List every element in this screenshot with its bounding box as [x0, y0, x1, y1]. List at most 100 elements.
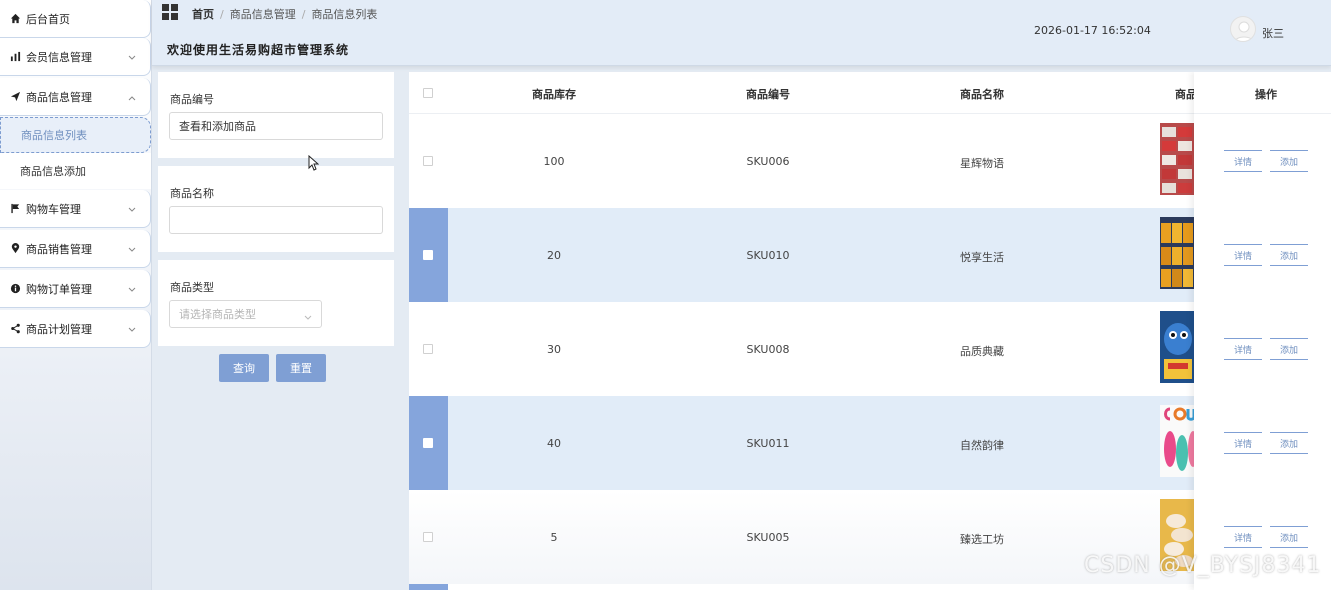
table-row[interactable]: 20 SKU010 悦享生活 — [409, 208, 1331, 302]
product-table: 商品库存 商品编号 商品名称 商品 100 SKU006 星辉物语 20 SKU… — [409, 72, 1331, 590]
chevron-down-icon — [128, 243, 136, 256]
detail-button[interactable]: 详情 — [1224, 244, 1262, 266]
cell-code: SKU006 — [746, 155, 790, 168]
sidebar-item-label: 商品计划管理 — [26, 322, 92, 336]
product-thumbnail — [1160, 217, 1196, 289]
sidebar-item-label: 购物车管理 — [26, 202, 81, 216]
select-all-checkbox[interactable] — [423, 88, 433, 98]
add-button[interactable]: 添加 — [1270, 526, 1308, 548]
breadcrumb-current: 商品信息列表 — [311, 8, 378, 21]
add-button[interactable]: 添加 — [1270, 244, 1308, 266]
cell-stock: 30 — [547, 343, 561, 356]
chevron-up-icon — [128, 91, 136, 104]
breadcrumb-section[interactable]: 商品信息管理 — [230, 8, 296, 21]
ops-cell: 详情 添加 — [1194, 114, 1331, 208]
row-checkbox[interactable] — [423, 438, 433, 448]
ops-cell: 详情 添加 — [1194, 208, 1331, 302]
share-icon — [8, 323, 22, 334]
sidebar-item-label: 商品销售管理 — [26, 242, 92, 256]
col-header-ops: 操作 — [1255, 88, 1277, 101]
bar-chart-icon — [8, 51, 22, 62]
product-name-input[interactable] — [169, 206, 383, 234]
mouse-cursor-icon — [308, 154, 320, 174]
cell-stock: 20 — [547, 249, 561, 262]
detail-button[interactable]: 详情 — [1224, 432, 1262, 454]
detail-button[interactable]: 详情 — [1224, 526, 1262, 548]
product-thumbnail — [1160, 405, 1196, 477]
product-type-label: 商品类型 — [170, 281, 214, 294]
detail-button[interactable]: 详情 — [1224, 150, 1262, 172]
avatar[interactable] — [1230, 16, 1256, 42]
filter-card-code: 商品编号 — [158, 72, 394, 158]
table-row[interactable]: 100 SKU006 星辉物语 — [409, 114, 1331, 208]
col-header-stock: 商品库存 — [532, 88, 576, 101]
sidebar-item-orders[interactable]: 购物订单管理 — [0, 270, 151, 308]
sidebar-item-label: 购物订单管理 — [26, 282, 92, 296]
cell-name: 星辉物语 — [960, 157, 1004, 170]
sidebar-item-label: 会员信息管理 — [26, 50, 92, 64]
product-code-input[interactable] — [169, 112, 383, 140]
info-icon — [8, 283, 22, 294]
table-header: 商品库存 商品编号 商品名称 商品 — [409, 72, 1331, 114]
ops-cell: 详情 添加 — [1194, 302, 1331, 396]
row-checkbox[interactable] — [423, 250, 433, 260]
sidebar-subitem-product-list[interactable]: 商品信息列表 — [0, 117, 151, 153]
col-header-ops-cell: 操作 — [1194, 72, 1331, 114]
col-header-code: 商品编号 — [746, 88, 790, 101]
page-title: 欢迎使用生活易购超市管理系统 — [167, 43, 350, 57]
home-icon — [8, 13, 22, 24]
detail-button[interactable]: 详情 — [1224, 338, 1262, 360]
username[interactable]: 张三 — [1262, 25, 1284, 41]
table-row[interactable]: 40 SKU011 自然韵律 — [409, 396, 1331, 490]
row-checkbox[interactable] — [423, 344, 433, 354]
location-pin-icon — [8, 243, 22, 254]
cell-name: 品质典藏 — [960, 345, 1004, 358]
chevron-down-icon — [128, 51, 136, 64]
cell-code: SKU011 — [746, 437, 790, 450]
cell-stock: 40 — [547, 437, 561, 450]
col-header-name: 商品名称 — [960, 88, 1004, 101]
sidebar-item-products[interactable]: 商品信息管理 — [0, 78, 151, 116]
row-selected-indicator — [409, 584, 448, 590]
product-thumbnail — [1160, 311, 1196, 383]
cell-stock: 5 — [550, 531, 558, 544]
add-button[interactable]: 添加 — [1270, 432, 1308, 454]
operations-column: 操作 详情 添加 详情 添加 详情 添加 详情 添加 详情 添加 — [1194, 72, 1331, 590]
grid-menu-icon[interactable] — [162, 4, 178, 23]
cell-name: 臻选工坊 — [960, 533, 1004, 546]
reset-button[interactable]: 重置 — [276, 354, 326, 382]
cell-code: SKU008 — [746, 343, 790, 356]
add-button[interactable]: 添加 — [1270, 150, 1308, 172]
chevron-down-icon — [128, 283, 136, 296]
breadcrumb-home[interactable]: 首页 — [192, 8, 214, 21]
cell-name: 悦享生活 — [960, 251, 1004, 264]
sidebar-item-sales[interactable]: 商品销售管理 — [0, 230, 151, 268]
product-type-select[interactable]: 请选择商品类型 — [169, 300, 322, 328]
chevron-down-icon — [304, 311, 312, 324]
query-button[interactable]: 查询 — [219, 354, 269, 382]
sidebar-item-members[interactable]: 会员信息管理 — [0, 38, 151, 76]
row-checkbox[interactable] — [423, 532, 433, 542]
cell-stock: 100 — [543, 155, 565, 168]
sidebar-subitem-product-add[interactable]: 商品信息添加 — [0, 153, 151, 189]
flag-icon — [8, 203, 22, 214]
breadcrumb: 首页 / 商品信息管理 / 商品信息列表 — [192, 8, 378, 21]
product-thumbnail — [1160, 123, 1196, 195]
sidebar: 后台首页 会员信息管理 商品信息管理 商品信息列表 商品信息添加 购物车管理 商… — [0, 0, 152, 590]
add-button[interactable]: 添加 — [1270, 338, 1308, 360]
top-header: 首页 / 商品信息管理 / 商品信息列表 欢迎使用生活易购超市管理系统 2026-01-… — [152, 0, 1331, 66]
chevron-down-icon — [128, 203, 136, 216]
sidebar-item-home[interactable]: 后台首页 — [0, 0, 151, 38]
filter-card-type: 商品类型 请选择商品类型 — [158, 260, 394, 346]
sidebar-item-plans[interactable]: 商品计划管理 — [0, 310, 151, 348]
sidebar-item-cart[interactable]: 购物车管理 — [0, 190, 151, 228]
ops-cell: 详情 添加 — [1194, 396, 1331, 490]
cell-name: 自然韵律 — [960, 439, 1004, 452]
sidebar-subitem-label: 商品信息列表 — [21, 129, 87, 142]
row-checkbox[interactable] — [423, 156, 433, 166]
product-name-label: 商品名称 — [170, 187, 214, 200]
table-row[interactable]: 30 SKU008 品质典藏 — [409, 302, 1331, 396]
filter-card-name: 商品名称 — [158, 166, 394, 252]
chevron-down-icon — [128, 323, 136, 336]
sidebar-item-label: 后台首页 — [26, 12, 70, 26]
